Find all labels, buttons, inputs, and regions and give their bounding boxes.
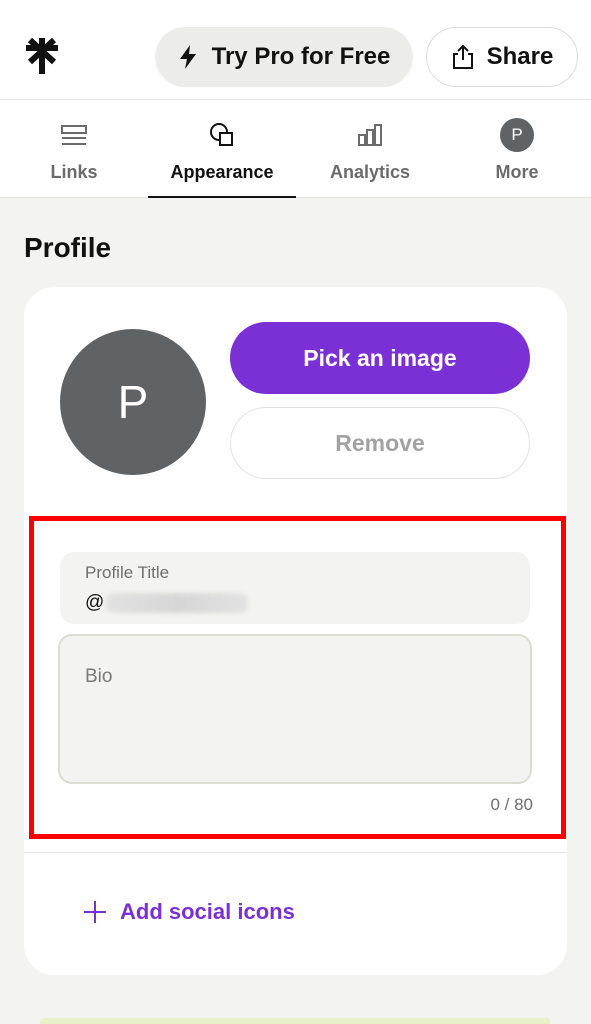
try-pro-label: Try Pro for Free [211,43,391,70]
profile-title-field[interactable]: Profile Title @ [60,552,530,624]
tab-appearance[interactable]: Appearance [148,100,296,198]
tab-more[interactable]: P More [443,100,591,197]
profile-card: P Pick an image Remove Profile Title @ B… [24,287,567,975]
profile-avatar[interactable]: P [60,329,206,475]
tab-more-label: More [495,162,539,182]
top-header: Try Pro for Free Share [0,0,591,100]
avatar: P [500,118,534,152]
share-label: Share [486,43,554,70]
section-title-profile: Profile [24,232,112,263]
profile-title-value: @ [85,592,249,614]
tab-analytics-label: Analytics [329,162,411,182]
tab-bar: Links Appearance Analytics P More [0,100,591,198]
plus-icon [84,901,106,923]
tab-appearance-label: Appearance [170,162,274,182]
redacted-username [106,593,249,613]
next-section-edge [40,1018,550,1024]
shapes-icon [210,123,233,146]
add-social-icons-label: Add social icons [120,899,295,924]
share-button[interactable]: Share [426,27,578,87]
try-pro-button[interactable]: Try Pro for Free [155,27,413,87]
bio-placeholder: Bio [85,666,113,687]
share-upload-icon [452,44,473,69]
links-icon [61,125,87,145]
profile-title-prefix: @ [85,592,105,613]
add-social-icons-button[interactable]: Add social icons [82,899,295,925]
asterisk-logo-icon[interactable] [22,36,62,76]
divider [24,852,567,853]
tab-links[interactable]: Links [0,100,148,197]
profile-title-label: Profile Title [85,563,170,582]
tab-analytics[interactable]: Analytics [296,100,444,197]
pick-image-button[interactable]: Pick an image [230,322,530,394]
bio-character-counter: 0 / 80 [490,795,533,814]
bio-field[interactable]: Bio [58,634,532,784]
bar-chart-icon [358,124,382,146]
remove-image-button[interactable]: Remove [230,407,530,479]
tab-links-label: Links [50,162,98,182]
lightning-bolt-icon [179,45,196,69]
